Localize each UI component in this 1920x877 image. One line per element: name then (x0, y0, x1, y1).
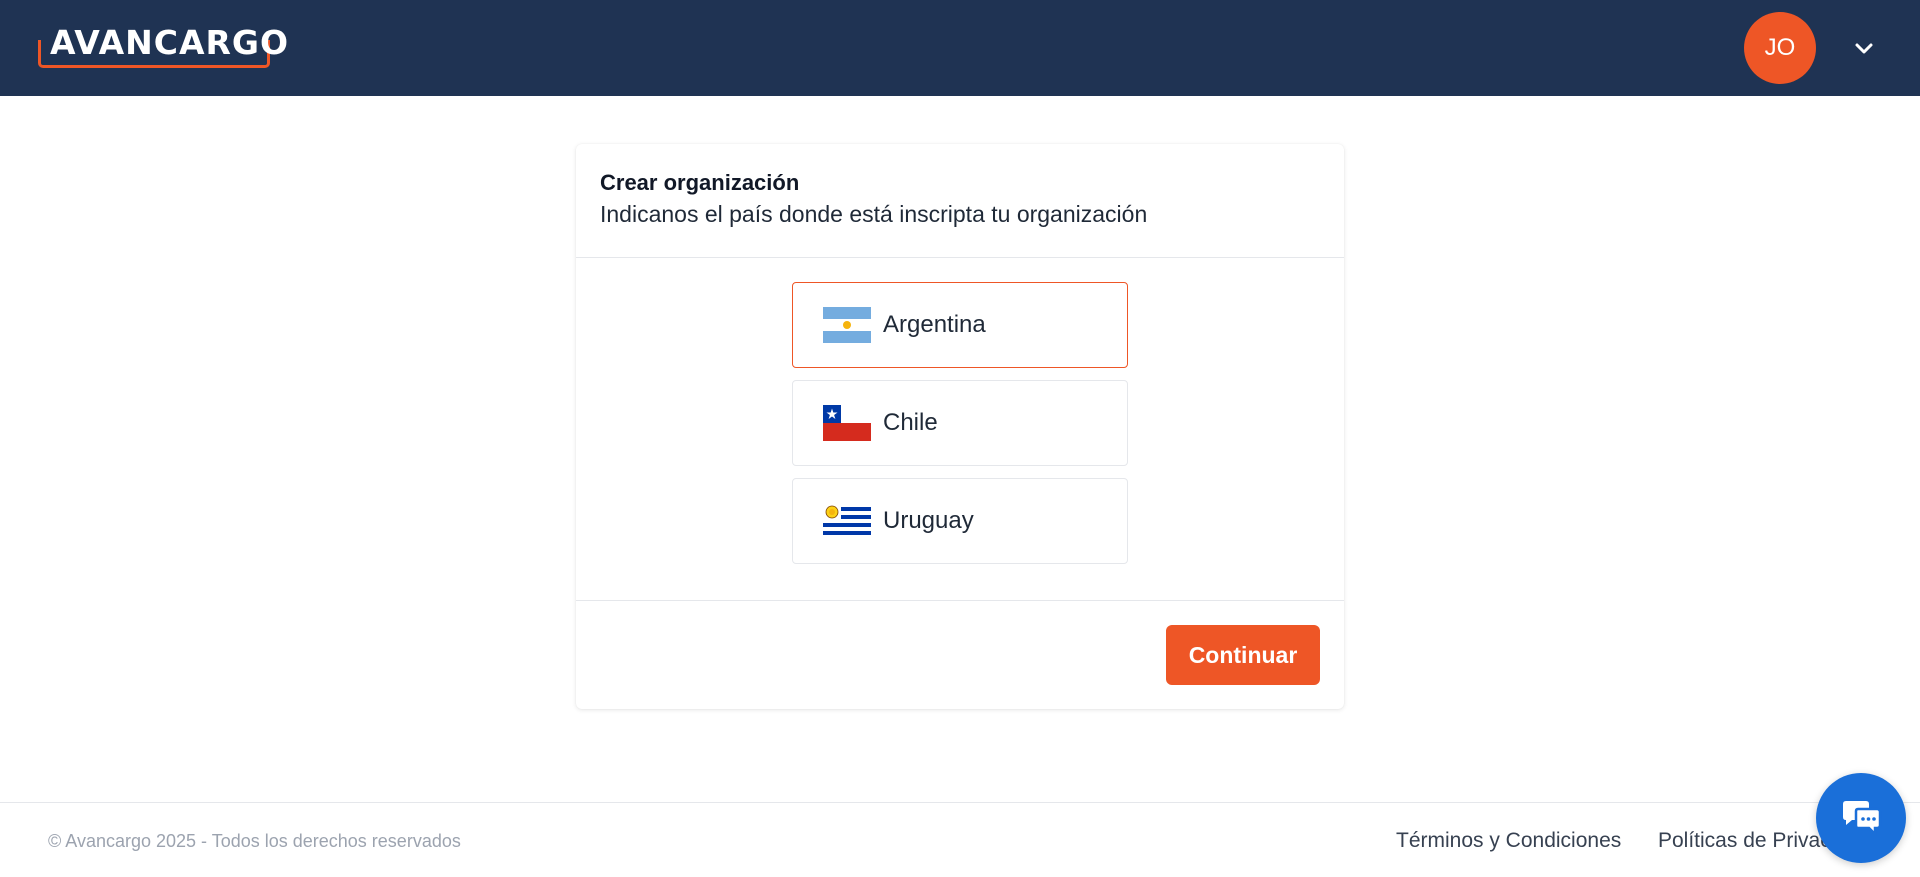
uruguay-flag-icon (823, 503, 871, 539)
page-footer: © Avancargo 2025 - Todos los derechos re… (0, 802, 1920, 877)
logo-text: AVANCARGO (50, 23, 290, 62)
chat-bubble-icon (1843, 801, 1882, 838)
argentina-flag-icon (823, 307, 871, 343)
country-label: Argentina (883, 311, 986, 338)
terms-link[interactable]: Términos y Condiciones (1396, 829, 1621, 853)
country-label: Uruguay (883, 507, 974, 534)
avancargo-logo[interactable]: AVANCARGO (38, 24, 288, 68)
card-title: Crear organización (600, 170, 800, 195)
country-option-uruguay[interactable]: Uruguay (792, 478, 1128, 564)
card-subtitle: Indicanos el país donde está inscripta t… (600, 201, 1148, 227)
country-option-argentina[interactable]: Argentina (792, 282, 1128, 368)
top-navbar: AVANCARGO JO (0, 0, 1920, 96)
copyright-text: © Avancargo 2025 - Todos los derechos re… (48, 831, 461, 851)
card-header: Crear organización Indicanos el país don… (576, 144, 1344, 258)
chevron-down-icon[interactable] (1852, 36, 1876, 60)
card-footer: Continuar (576, 600, 1344, 709)
country-option-chile[interactable]: Chile (792, 380, 1128, 466)
chile-flag-icon (823, 405, 871, 441)
country-label: Chile (883, 409, 938, 436)
user-avatar[interactable]: JO (1744, 12, 1816, 84)
chat-button[interactable] (1816, 773, 1906, 863)
continue-button[interactable]: Continuar (1166, 625, 1320, 685)
create-organization-card: Crear organización Indicanos el país don… (576, 144, 1344, 709)
